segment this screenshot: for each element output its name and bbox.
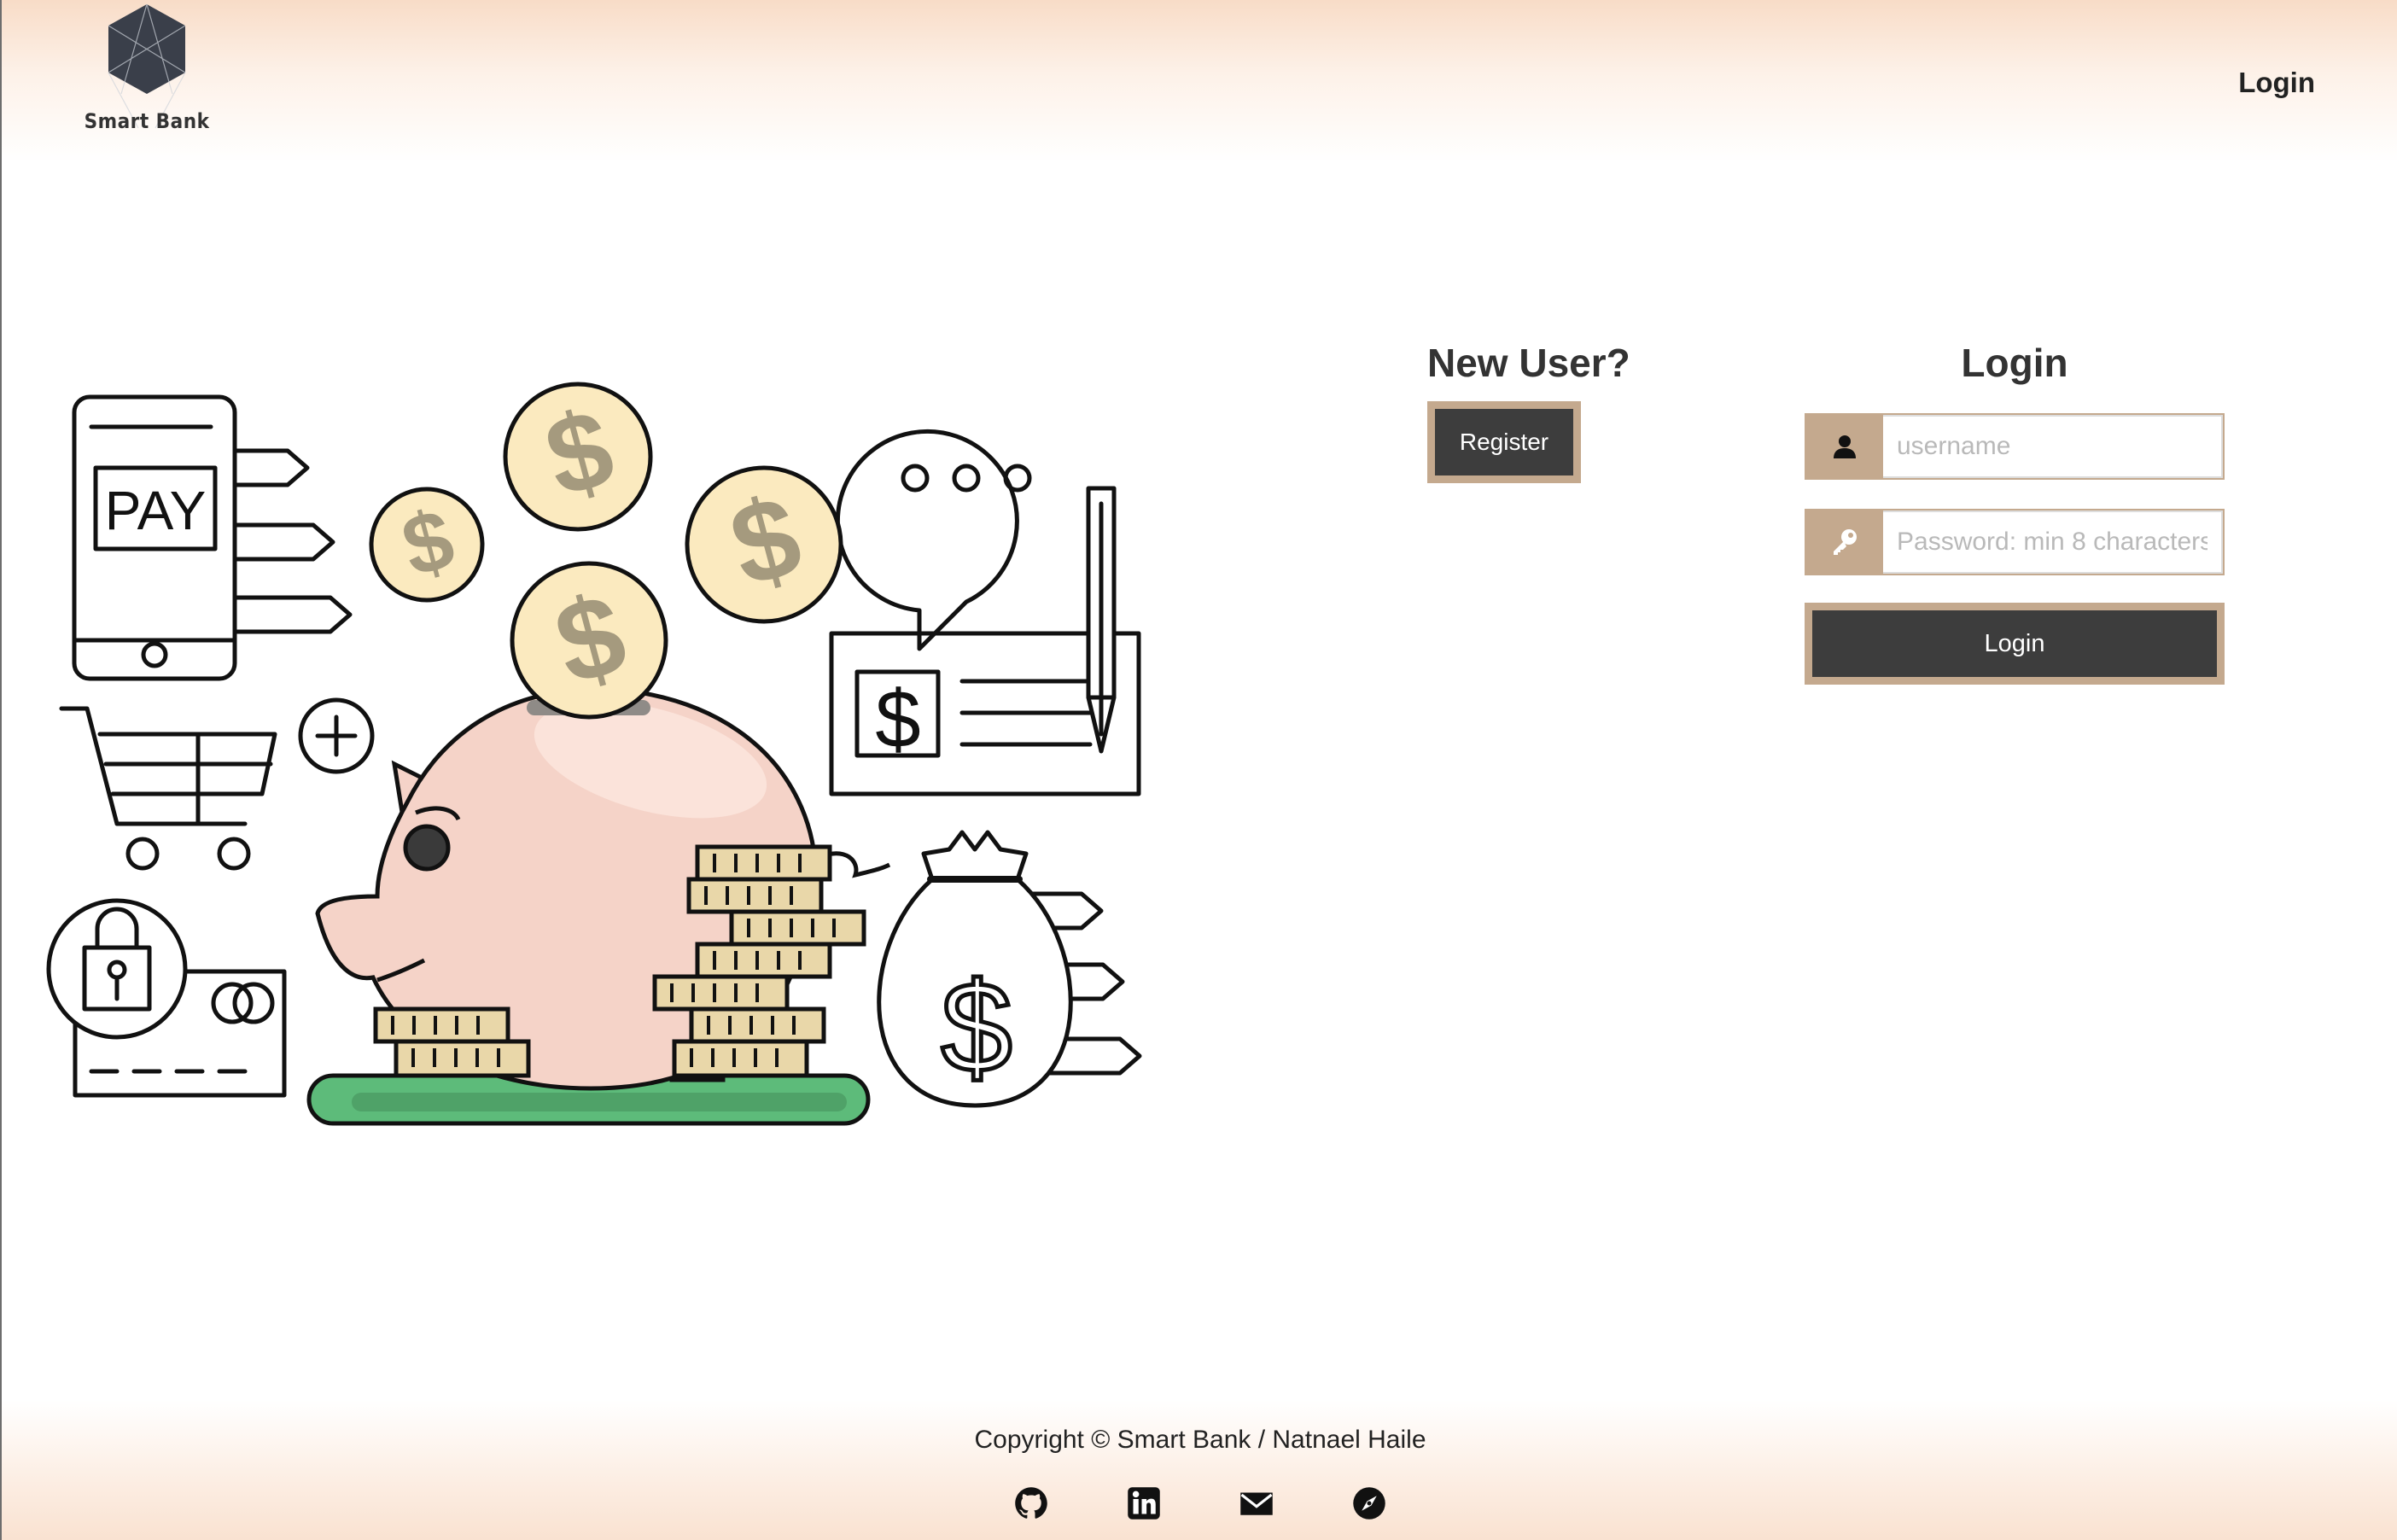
password-input[interactable]: [1883, 510, 2223, 574]
brand-name: Smart Bank: [84, 109, 210, 133]
svg-text:$: $: [875, 674, 920, 765]
login-heading: Login: [1961, 341, 2068, 385]
new-user-heading: New User?: [1427, 341, 1630, 385]
svg-text:$: $: [941, 955, 1012, 1099]
user-icon: [1806, 415, 1883, 478]
register-button[interactable]: Register: [1427, 401, 1581, 483]
login-submit-label: Login: [1812, 610, 2217, 677]
compass-icon[interactable]: [1352, 1486, 1386, 1520]
linkedin-icon[interactable]: [1127, 1486, 1161, 1520]
github-icon[interactable]: [1014, 1486, 1048, 1520]
key-icon: [1806, 510, 1883, 574]
copyright-text: Copyright © Smart Bank / Natnael Haile: [974, 1426, 1426, 1454]
username-input[interactable]: [1883, 415, 2223, 478]
header: [2, 0, 2397, 162]
register-button-label: Register: [1435, 409, 1573, 475]
username-field-group: [1805, 413, 2225, 480]
svg-text:PAY: PAY: [105, 480, 207, 541]
footer: [2, 1400, 2397, 1540]
password-field-group: [1805, 509, 2225, 575]
mail-icon[interactable]: [1239, 1486, 1274, 1520]
login-submit-button[interactable]: Login: [1805, 603, 2225, 685]
nav-login-link[interactable]: Login: [2187, 67, 2315, 99]
banking-illustration: PAY $ $ $ $ $ $: [46, 382, 1142, 1126]
